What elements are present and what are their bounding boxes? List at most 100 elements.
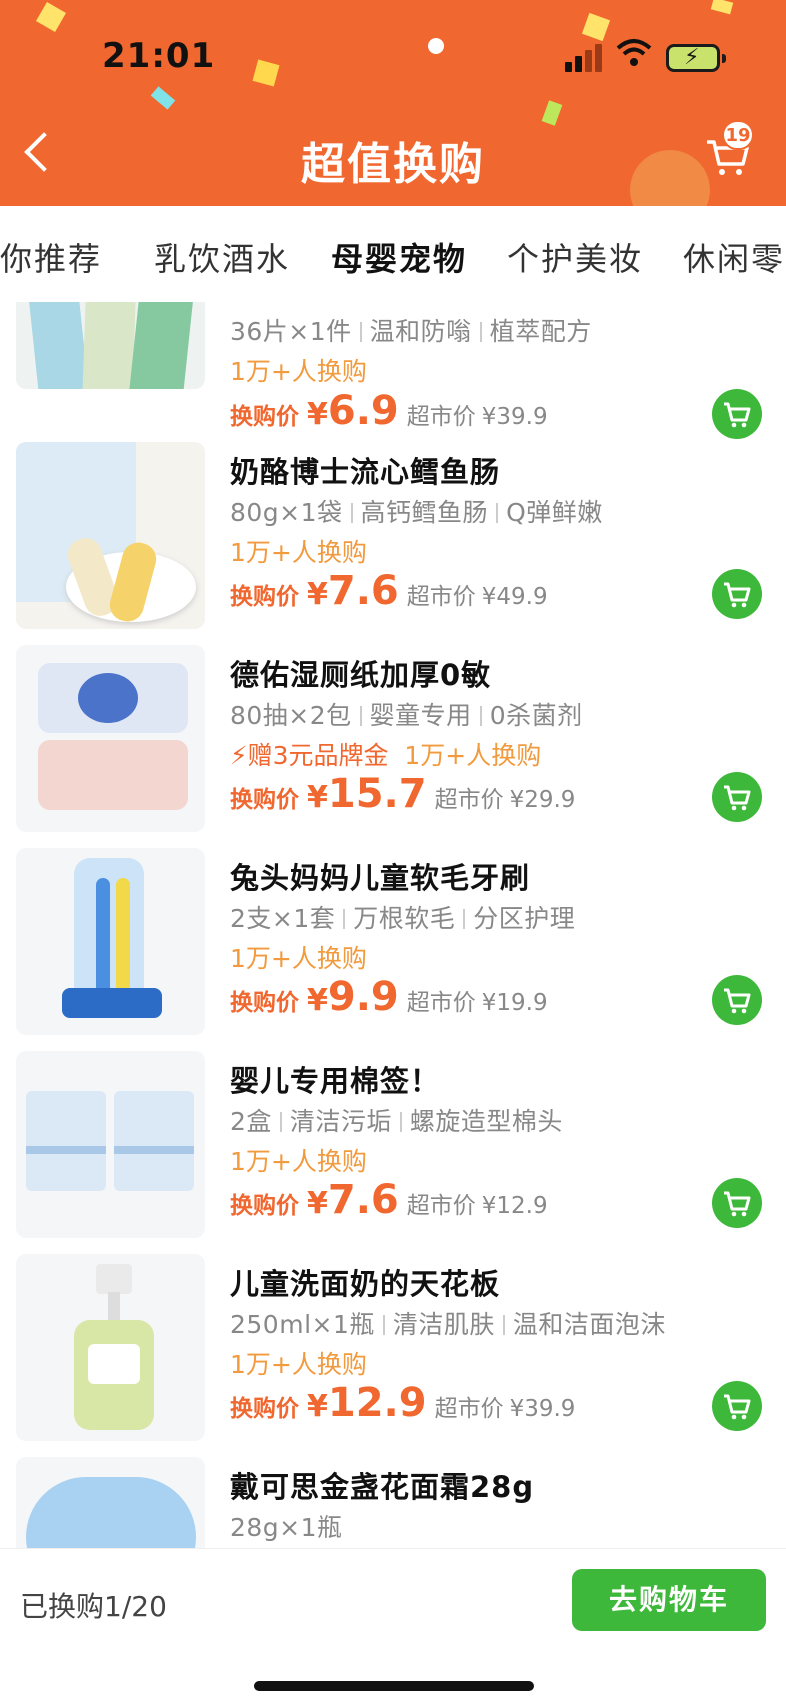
price-line: 换购价 ¥6.9 超市价 ¥39.9: [230, 388, 548, 434]
battery-icon: ⚡: [666, 44, 726, 72]
spec-part: 清洁污垢: [289, 1107, 392, 1136]
market-price-label: 超市价: [406, 1193, 476, 1219]
page-title: 超值换购: [301, 139, 485, 190]
exchange-price: 7.6: [327, 1177, 399, 1223]
product-name: 戴可思金盏花面霜28g: [230, 1470, 535, 1504]
bottom-bar: 已换购1/20 去购物车: [0, 1548, 786, 1704]
signal-icon: [565, 42, 605, 72]
tab-dairy-drinks[interactable]: 乳饮酒水: [154, 234, 290, 280]
product-name: 奶酪博士流心鳕鱼肠: [230, 455, 501, 489]
exchange-price: 15.7: [327, 771, 427, 817]
product-item[interactable]: 德佑湿厕纸加厚0敏 80抽×2包 婴童专用 0杀菌剂 ⚡赠3元品牌金 1万+人换购 …: [0, 645, 786, 863]
product-name: 婴儿专用棉签！: [230, 1064, 441, 1098]
cart-icon: [724, 1191, 751, 1217]
price-label: 换购价: [230, 584, 299, 610]
exchange-price: 12.9: [327, 1380, 427, 1426]
spec-part: Q弹鲜嫩: [506, 498, 603, 527]
add-to-cart-button[interactable]: [712, 975, 762, 1025]
currency-symbol: ¥: [307, 1389, 328, 1424]
add-to-cart-button[interactable]: [712, 1381, 762, 1431]
header-bar: 21:01 ⚡ 超值换购 19: [0, 0, 786, 206]
product-item[interactable]: 戴可思金盏花面霜28g 28g×1瓶: [0, 1457, 786, 1548]
product-item[interactable]: 儿童洗面奶的天花板 250ml×1瓶 清洁肌肤 温和洁面泡沫 1万+人换购 换购价 ¥…: [0, 1254, 786, 1472]
product-spec: 2盒 清洁污垢 螺旋造型棉头: [230, 1102, 563, 1138]
add-to-cart-button[interactable]: [712, 1178, 762, 1228]
confetti-decoration: [150, 86, 176, 110]
market-price: ¥39.9: [509, 1396, 576, 1422]
product-spec: 36片×1件 温和防嗡 植萃配方: [230, 312, 592, 348]
product-name: 儿童洗面奶的天花板: [230, 1267, 501, 1301]
confetti-decoration: [541, 100, 563, 126]
home-indicator[interactable]: [254, 1681, 534, 1691]
market-price: ¥29.9: [509, 787, 576, 813]
confetti-decoration: [581, 12, 611, 42]
sold-count: 1万+人换购: [230, 357, 367, 386]
currency-symbol: ¥: [307, 780, 328, 815]
spec-part: 分区护理: [473, 904, 576, 933]
spec-part: 清洁肌肤: [392, 1310, 495, 1339]
spec-part: 万根软毛: [353, 904, 456, 933]
add-to-cart-button[interactable]: [712, 389, 762, 439]
product-item[interactable]: 兔头妈妈儿童软毛牙刷 2支×1套 万根软毛 分区护理 1万+人换购 换购价 ¥9.9 超…: [0, 848, 786, 1066]
spec-part: 高钙鳕鱼肠: [360, 498, 489, 527]
tab-personal-care[interactable]: 个护美妆: [507, 234, 643, 280]
go-to-cart-button[interactable]: 去购物车: [572, 1569, 766, 1631]
category-tabs: 为你推荐 乳饮酒水 母婴宠物 个护美妆 休闲零食: [0, 206, 786, 302]
product-spec: 2支×1套 万根软毛 分区护理: [230, 899, 575, 935]
product-thumbnail: [16, 1457, 205, 1548]
add-to-cart-button[interactable]: [712, 772, 762, 822]
market-price-label: 超市价: [406, 990, 476, 1016]
product-spec: 80g×1袋 高钙鳕鱼肠 Q弹鲜嫩: [230, 493, 603, 529]
bolt-icon: ⚡: [230, 741, 248, 770]
confetti-decoration: [252, 59, 280, 87]
tab-snacks[interactable]: 休闲零食: [683, 234, 786, 280]
price-line: 换购价 ¥7.6 超市价 ¥49.9: [230, 568, 548, 614]
price-line: 换购价 ¥12.9 超市价 ¥39.9: [230, 1380, 575, 1426]
product-spec: 28g×1瓶: [230, 1508, 343, 1544]
product-spec: 250ml×1瓶 清洁肌肤 温和洁面泡沫: [230, 1305, 666, 1341]
wifi-icon: [616, 39, 652, 66]
market-price: ¥39.9: [481, 404, 548, 430]
product-spec: 80抽×2包 婴童专用 0杀菌剂: [230, 696, 583, 732]
spec-part: 80抽×2包: [230, 701, 352, 730]
spec-part: 婴童专用: [369, 701, 472, 730]
spec-part: 2盒: [230, 1107, 272, 1136]
product-item[interactable]: 婴儿专用棉签！ 2盒 清洁污垢 螺旋造型棉头 1万+人换购 换购价 ¥7.6 超市价 ¥1…: [0, 1051, 786, 1269]
sold-count: 1万+人换购: [230, 944, 367, 973]
app-screen: 21:01 ⚡ 超值换购 19 为你推荐 乳饮酒水 母婴宠物 个护美妆 休闲零食: [0, 0, 786, 1704]
price-line: 换购价 ¥7.6 超市价 ¥12.9: [230, 1177, 548, 1223]
tab-mother-baby-pets[interactable]: 母婴宠物: [331, 234, 467, 280]
cart-icon: [724, 582, 751, 608]
cart-icon: [724, 785, 751, 811]
sold-text: 1万+人换购: [404, 741, 542, 770]
product-item[interactable]: 36片×1件 温和防嗡 植萃配方 1万+人换购 换购价 ¥6.9 超市价 ¥39.9: [0, 302, 786, 439]
product-thumbnail: [16, 848, 205, 1035]
market-price-label: 超市价: [434, 1396, 504, 1422]
spec-part: 28g×1瓶: [230, 1513, 343, 1542]
product-thumbnail: [16, 645, 205, 832]
sold-count: 1万+人换购: [230, 538, 367, 567]
price-label: 换购价: [230, 1193, 299, 1219]
product-thumbnail: [16, 1051, 205, 1238]
currency-symbol: ¥: [307, 1186, 328, 1221]
market-price: ¥19.9: [481, 990, 548, 1016]
spec-part: 36片×1件: [230, 317, 352, 346]
tab-recommend[interactable]: 为你推荐: [0, 234, 102, 280]
exchange-price: 9.9: [327, 974, 399, 1020]
product-thumbnail: [16, 302, 205, 389]
spec-part: 螺旋造型棉头: [409, 1107, 563, 1136]
confetti-decoration: [710, 0, 734, 15]
price-label: 换购价: [230, 404, 299, 430]
confetti-decoration: [35, 1, 67, 33]
product-thumbnail: [16, 442, 205, 629]
product-item[interactable]: 奶酪博士流心鳕鱼肠 80g×1袋 高钙鳕鱼肠 Q弹鲜嫩 1万+人换购 换购价 ¥7.6…: [0, 442, 786, 660]
confetti-decoration: [428, 38, 444, 54]
market-price: ¥12.9: [481, 1193, 548, 1219]
add-to-cart-button[interactable]: [712, 569, 762, 619]
product-name: 兔头妈妈儿童软毛牙刷: [230, 861, 531, 895]
price-label: 换购价: [230, 1396, 299, 1422]
price-line: 换购价 ¥9.9 超市价 ¥19.9: [230, 974, 548, 1020]
spec-part: 温和洁面泡沫: [512, 1310, 666, 1339]
spec-part: 0杀菌剂: [489, 701, 583, 730]
product-thumbnail: [16, 1254, 205, 1441]
